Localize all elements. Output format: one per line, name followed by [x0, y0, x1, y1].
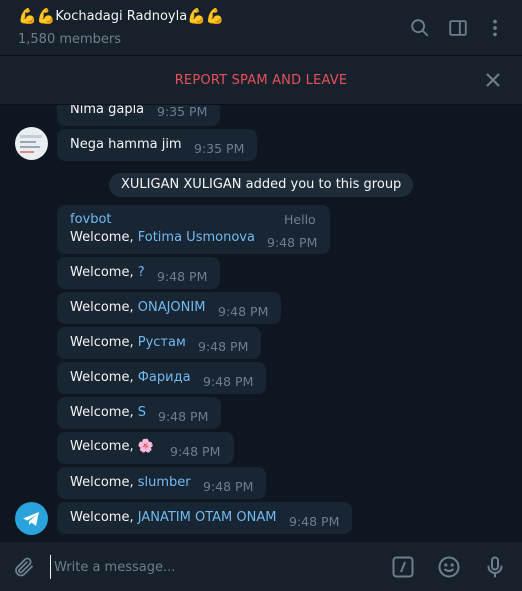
message-bubble[interactable]: Welcome, S 9:48 PM: [57, 397, 221, 429]
user-mention[interactable]: ?: [138, 265, 145, 280]
message-time: 9:48 PM: [203, 479, 254, 494]
emoji-icon[interactable]: [437, 555, 461, 579]
chat-title-text: Kochadagi Radnoyla: [55, 9, 188, 24]
flexed-biceps-emoji: 💪: [205, 7, 225, 25]
message-bubble[interactable]: Welcome, Рустам 9:48 PM: [57, 327, 261, 359]
user-mention[interactable]: slumber: [138, 475, 191, 490]
message-time: 9:48 PM: [203, 374, 254, 389]
more-vert-icon[interactable]: [484, 17, 506, 39]
message-time: 9:48 PM: [158, 409, 209, 424]
commands-icon[interactable]: [391, 555, 415, 579]
message-time: 9:48 PM: [170, 444, 221, 459]
close-icon[interactable]: [484, 71, 502, 89]
chat-title[interactable]: 💪 💪 Kochadagi Radnoyla 💪 💪: [18, 7, 225, 25]
sidebar-toggle-icon[interactable]: [447, 17, 469, 39]
user-mention[interactable]: Fotima Usmonova: [138, 230, 255, 245]
flexed-biceps-emoji: 💪: [18, 7, 37, 25]
message-time: 9:48 PM: [267, 235, 318, 250]
message-time: 9:48 PM: [157, 269, 208, 284]
message-text: Welcome,: [70, 370, 138, 385]
message-bubble[interactable]: Welcome, JANATIM OTAM ONAM 9:48 PM: [57, 502, 352, 534]
message-time: 9:48 PM: [289, 514, 340, 529]
cherry-blossom-emoji[interactable]: 🌸: [138, 439, 154, 454]
attach-icon[interactable]: [12, 555, 36, 579]
message-text: Welcome,: [70, 265, 138, 280]
message-text: Welcome,: [70, 439, 138, 454]
message-text: Nima gapla: [70, 105, 145, 117]
message-time: 9:35 PM: [157, 105, 208, 119]
user-mention[interactable]: Фарида: [138, 370, 191, 385]
flexed-biceps-emoji: 💪: [187, 7, 206, 25]
microphone-icon[interactable]: [483, 555, 507, 579]
message-text: Welcome,: [70, 335, 138, 350]
search-icon[interactable]: [409, 17, 431, 39]
avatar[interactable]: [15, 502, 48, 535]
avatar[interactable]: [15, 127, 48, 160]
message-time: 9:48 PM: [198, 339, 249, 354]
message-bubble[interactable]: Welcome, ONAJONIM 9:48 PM: [57, 292, 281, 324]
message-bubble[interactable]: Welcome, ? 9:48 PM: [57, 257, 220, 289]
reply-text: Hello: [284, 212, 316, 227]
user-mention[interactable]: Рустам: [138, 335, 186, 350]
message-list[interactable]: Nima gapla 9:35 PM Nega hamma jim 9:35 P…: [0, 105, 522, 541]
members-count: 1,580 members: [18, 32, 122, 47]
message-text: Welcome,: [70, 475, 138, 490]
user-mention[interactable]: S: [138, 405, 146, 420]
message-bubble[interactable]: Nima gapla 9:35 PM: [57, 105, 220, 126]
message-text: Welcome,: [70, 230, 138, 245]
service-message: XULIGAN XULIGAN added you to this group: [109, 173, 414, 197]
message-time: 9:48 PM: [218, 304, 269, 319]
flexed-biceps-emoji: 💪: [36, 7, 56, 25]
message-time: 9:35 PM: [194, 141, 245, 156]
message-input[interactable]: [50, 555, 370, 579]
message-text: Welcome,: [70, 405, 138, 420]
user-mention[interactable]: ONAJONIM: [138, 300, 206, 315]
message-text: Welcome,: [70, 300, 138, 315]
message-bubble[interactable]: fovbot Hello Welcome, Fotima Usmonova 9:…: [57, 205, 330, 254]
message-text: Nega hamma jim: [70, 137, 182, 152]
message-bubble[interactable]: Welcome, 🌸 9:48 PM: [57, 432, 234, 464]
telegram-icon: [23, 512, 39, 526]
chat-header[interactable]: 💪 💪 Kochadagi Radnoyla 💪 💪 1,580 members: [0, 0, 522, 56]
message-text: Welcome,: [70, 510, 138, 525]
message-bubble[interactable]: Welcome, Фарида 9:48 PM: [57, 362, 266, 394]
message-composer: [0, 541, 522, 591]
sender-name[interactable]: fovbot: [70, 212, 112, 228]
message-bubble[interactable]: Nega hamma jim 9:35 PM: [57, 129, 257, 161]
user-mention[interactable]: JANATIM OTAM ONAM: [138, 510, 277, 525]
message-bubble[interactable]: Welcome, slumber 9:48 PM: [57, 467, 266, 499]
report-spam-bar: REPORT SPAM AND LEAVE: [0, 56, 522, 105]
report-spam-leave-button[interactable]: REPORT SPAM AND LEAVE: [175, 73, 348, 88]
